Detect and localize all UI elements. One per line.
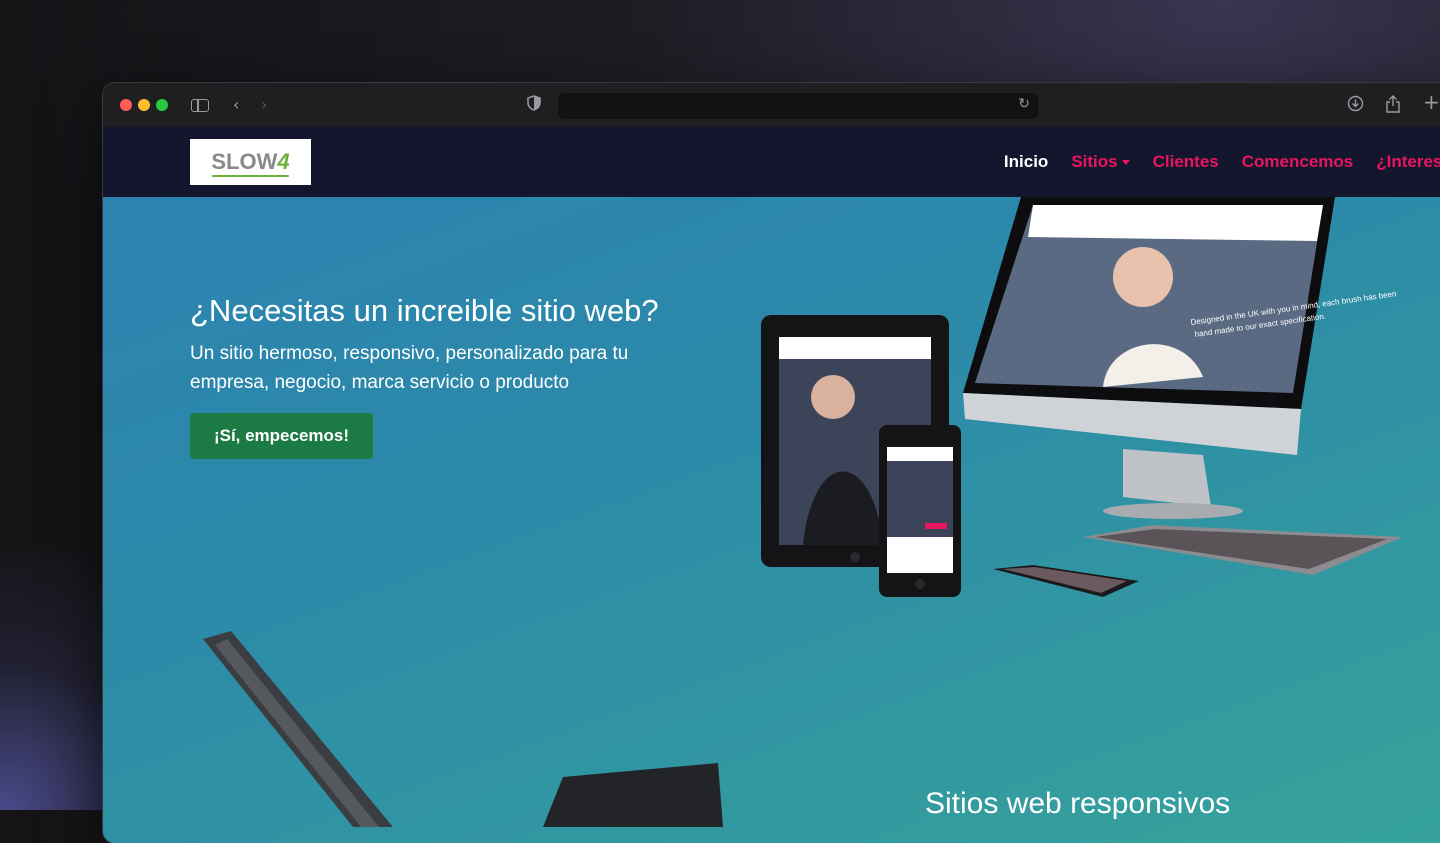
hero-title: ¿Necesitas un increible sitio web? — [190, 293, 659, 328]
forward-arrow-icon[interactable]: › — [261, 95, 267, 115]
minimize-window-button[interactable] — [138, 99, 150, 111]
monitor-mockup: Designed in the UK with you in mind, eac… — [963, 197, 1397, 519]
web-page: SLOW4 Inicio Sitios Clientes Comencemos … — [103, 127, 1440, 843]
reload-icon[interactable]: ↻ — [1018, 96, 1030, 112]
nav-link-inicio[interactable]: Inicio — [1004, 152, 1048, 172]
privacy-shield-icon[interactable] — [527, 95, 541, 116]
downloads-icon[interactable] — [1347, 95, 1364, 117]
responsive-devices-image: Designed in the UK with you in mind, eac… — [761, 197, 1403, 597]
laptop-image — [203, 631, 723, 827]
address-bar[interactable]: ↻ — [558, 93, 1038, 119]
flat-phone-mockup — [993, 565, 1139, 597]
logo-wordmark: SLOW4 — [211, 149, 290, 174]
hero-section: ¿Necesitas un increible sitio web? Un si… — [103, 197, 1440, 843]
chevron-down-icon — [1121, 160, 1130, 166]
site-logo[interactable]: SLOW4 — [190, 139, 311, 185]
nav-link-sitios[interactable]: Sitios — [1071, 152, 1130, 172]
start-button[interactable]: ¡Sí, empecemos! — [190, 413, 373, 459]
logo-swoosh — [212, 175, 289, 177]
phone-mockup — [879, 425, 961, 597]
main-nav: Inicio Sitios Clientes Comencemos ¿Inter… — [1004, 127, 1440, 197]
new-tab-icon[interactable]: + — [1423, 92, 1440, 112]
nav-link-interesado[interactable]: ¿Interesado? — [1376, 152, 1440, 172]
browser-toolbar: ‹ › ↻ + — [103, 83, 1440, 127]
share-icon[interactable] — [1385, 95, 1401, 118]
sidebar-toggle-icon[interactable] — [191, 99, 209, 112]
browser-window: ‹ › ↻ + SLOW4 Inicio Sitios Clientes Com… — [103, 83, 1440, 843]
close-window-button[interactable] — [120, 99, 132, 111]
section-heading: Sitios web responsivos — [925, 787, 1231, 820]
flat-tablet-mockup — [1083, 525, 1403, 575]
nav-link-clientes[interactable]: Clientes — [1153, 152, 1219, 172]
zoom-window-button[interactable] — [156, 99, 168, 111]
back-arrow-icon[interactable]: ‹ — [233, 95, 239, 115]
hero-subtitle: Un sitio hermoso, responsivo, personaliz… — [190, 343, 629, 393]
nav-link-comencemos[interactable]: Comencemos — [1242, 152, 1353, 172]
site-navbar: SLOW4 Inicio Sitios Clientes Comencemos … — [103, 127, 1440, 197]
